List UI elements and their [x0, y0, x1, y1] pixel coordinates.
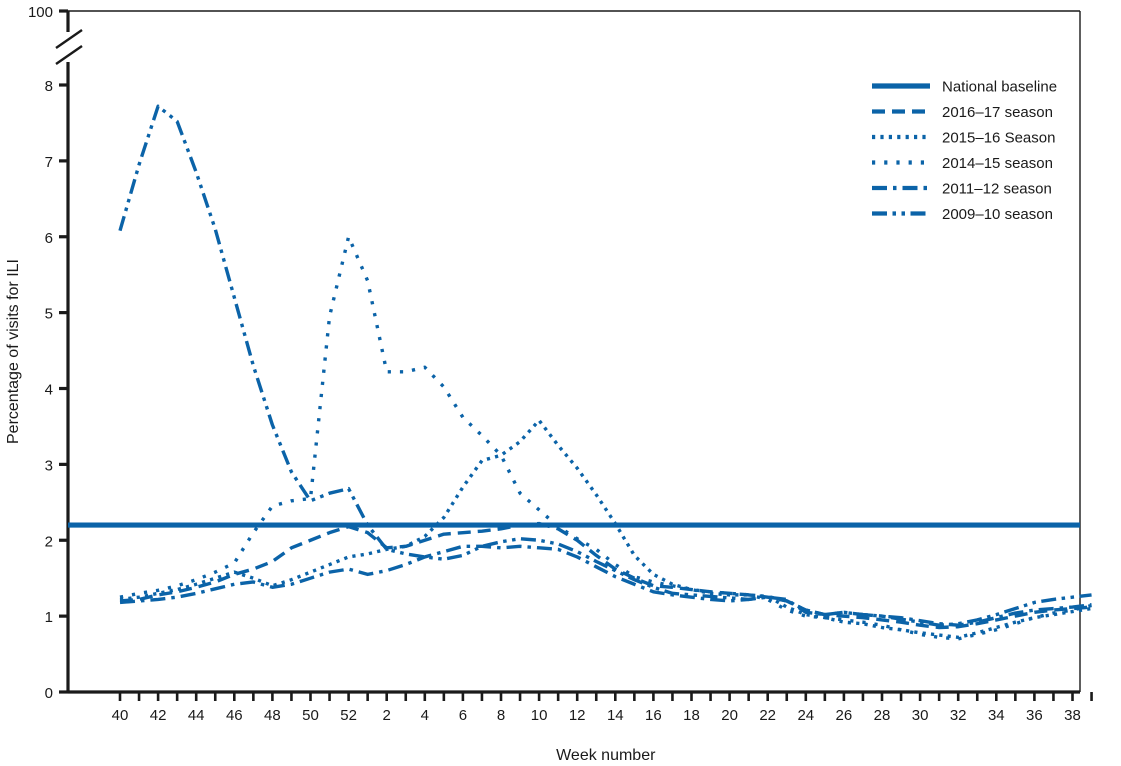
legend-item-label: 2014–15 season — [942, 155, 1053, 172]
x-axis-tick-label: 42 — [150, 707, 167, 724]
x-axis-tick-label: 10 — [531, 707, 548, 724]
x-axis-tick-label: 26 — [836, 707, 853, 724]
y-axis-tick-label: 0 — [45, 685, 53, 702]
y-axis-tick-label: 100 — [28, 4, 53, 21]
x-axis-tick-label: 24 — [797, 707, 814, 724]
axis-break-mark — [55, 45, 83, 65]
legend-item[interactable]: 2011–12 season — [872, 181, 1052, 198]
axes-layer — [55, 9, 1093, 701]
ili-percentage-line-chart: 01234567810040 42 44 46 48 50 52 2 4 6 8 10 12 14 16 18… — [5, 4, 1093, 764]
x-axis-tick-label: 8 — [497, 707, 505, 724]
legend-item[interactable]: 2015–16 Season — [872, 130, 1055, 147]
legend-item[interactable]: 2016–17 season — [872, 104, 1053, 121]
legend-item-label: 2011–12 season — [942, 181, 1052, 198]
x-axis-tick-label: 20 — [721, 707, 738, 724]
series-line-2016-17-season — [119, 521, 1092, 630]
legend-item-label: 2015–16 Season — [942, 130, 1055, 147]
series-layer — [68, 104, 1092, 641]
legend-item[interactable]: 2014–15 season — [872, 155, 1053, 172]
y-axis-tick-label: 7 — [45, 154, 53, 171]
x-axis-tick-label: 40 — [112, 707, 129, 724]
x-axis-tick-label: 28 — [874, 707, 891, 724]
y-axis-tick-label: 6 — [45, 230, 53, 247]
x-axis-tick-label: 48 — [264, 707, 281, 724]
axis-break-mark — [55, 29, 83, 49]
x-axis-tick-label: 16 — [645, 707, 662, 724]
x-axis-tick-label: 44 — [188, 707, 205, 724]
x-axis-tick-label: 18 — [683, 707, 700, 724]
y-axis-tick-label: 5 — [45, 306, 53, 323]
series-line-2014-15-season — [119, 235, 1092, 641]
y-axis-tick-label: 2 — [45, 533, 53, 550]
y-axis-title: Percentage of visits for ILI — [5, 259, 22, 444]
x-axis-tick-label: 4 — [421, 707, 429, 724]
x-axis-tick-label: 46 — [226, 707, 243, 724]
legend-item[interactable]: 2009–10 season — [872, 206, 1053, 223]
x-axis-tick-label: 52 — [340, 707, 357, 724]
y-axis-tick-label: 8 — [45, 78, 53, 95]
y-axis-tick-label: 3 — [45, 457, 53, 474]
x-axis-tick-label: 50 — [302, 707, 319, 724]
legend-item-label: 2009–10 season — [942, 206, 1053, 223]
legend-layer: National baseline 2016–17 season 2015–16 S… — [872, 79, 1057, 223]
x-axis-title: Week number — [556, 747, 656, 764]
legend-item-label: 2016–17 season — [942, 104, 1053, 121]
x-axis-tick-label: 22 — [759, 707, 776, 724]
x-axis-tick-label: 12 — [569, 707, 586, 724]
x-axis-tick-label: 36 — [1026, 707, 1043, 724]
y-axis-tick-label: 4 — [45, 382, 53, 399]
series-line-2015-16-season — [119, 418, 1092, 640]
x-axis-tick-label: 14 — [607, 707, 624, 724]
x-axis-tick-label: 32 — [950, 707, 967, 724]
x-axis-tick-label: 2 — [383, 707, 391, 724]
x-axis-tick-label: 30 — [912, 707, 929, 724]
y-axis-tick-label: 1 — [45, 609, 53, 626]
x-axis-tick-label: 6 — [459, 707, 467, 724]
x-axis-tick-label: 34 — [988, 707, 1005, 724]
legend-item-label: National baseline — [942, 79, 1057, 96]
chart-canvas: 0 1 2 3 4 5 6 7 8 100 40 42 44 46 48 50 52 2 4 6 8 10 12 14 16 18… — [0, 0, 1121, 766]
labels-layer: 01234567810040 42 44 46 48 50 52 2 4 6 8 10 12 14 16 18… — [5, 4, 1081, 764]
x-axis-tick-label: 38 — [1064, 707, 1081, 724]
legend-item[interactable]: National baseline — [872, 79, 1057, 96]
